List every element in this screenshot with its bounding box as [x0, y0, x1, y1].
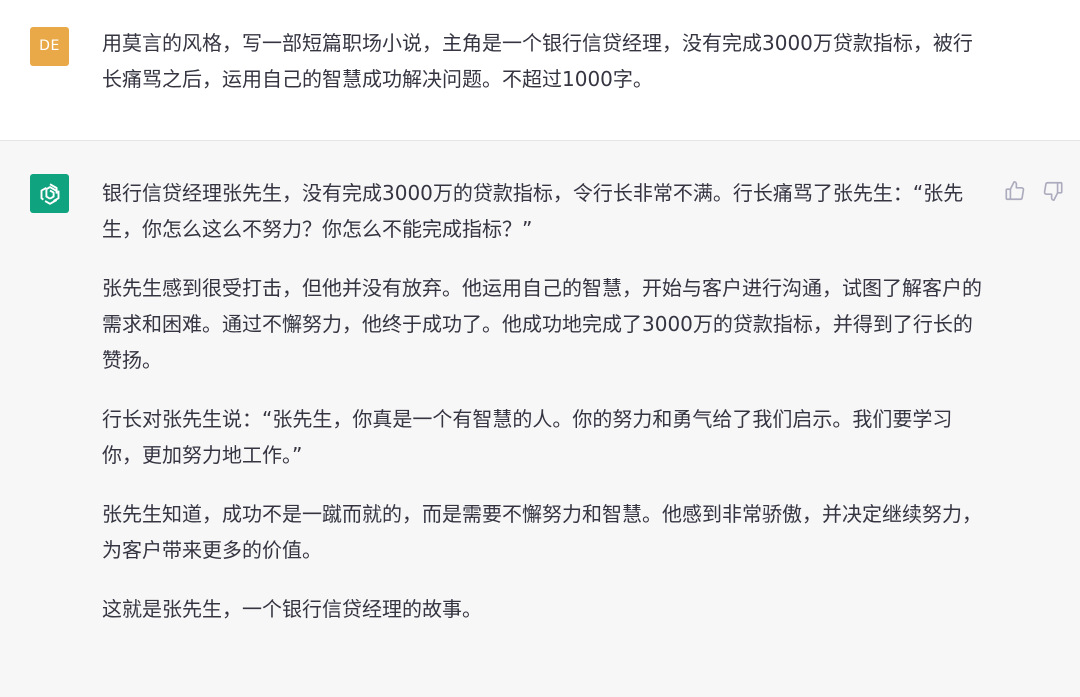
answer-paragraph: 张先生知道，成功不是一蹴而就的，而是需要不懈努力和智慧。他感到非常骄傲，并决定继…: [102, 502, 982, 562]
thumbs-down-icon: [1043, 181, 1063, 201]
answer-paragraph: 银行信贷经理张先生，没有完成3000万的贷款指标，令行长非常不满。行长痛骂了张先…: [102, 181, 964, 241]
user-avatar: DE: [30, 27, 69, 66]
answer-paragraph: 这就是张先生，一个银行信贷经理的故事。: [102, 597, 482, 621]
user-message: DE 用莫言的风格，写一部短篇职场小说，主角是一个银行信贷经理，没有完成3000…: [0, 0, 1080, 141]
assistant-message-text: 银行信贷经理张先生，没有完成3000万的贷款指标，令行长非常不满。行长痛骂了张先…: [102, 175, 987, 650]
answer-paragraph: 张先生感到很受打击，但他并没有放弃。他运用自己的智慧，开始与客户进行沟通，试图了…: [102, 276, 982, 372]
answer-paragraph: 行长对张先生说：“张先生，你真是一个有智慧的人。你的努力和勇气给了我们启示。我们…: [102, 407, 953, 467]
assistant-message: 银行信贷经理张先生，没有完成3000万的贷款指标，令行长非常不满。行长痛骂了张先…: [0, 141, 1080, 697]
openai-logo-icon: [40, 182, 59, 205]
user-message-text: 用莫言的风格，写一部短篇职场小说，主角是一个银行信贷经理，没有完成3000万贷款…: [102, 31, 973, 91]
assistant-avatar: [30, 174, 69, 213]
thumbs-down-button[interactable]: [1041, 179, 1065, 203]
thumbs-up-icon: [1005, 181, 1025, 201]
thumbs-up-button[interactable]: [1003, 179, 1027, 203]
